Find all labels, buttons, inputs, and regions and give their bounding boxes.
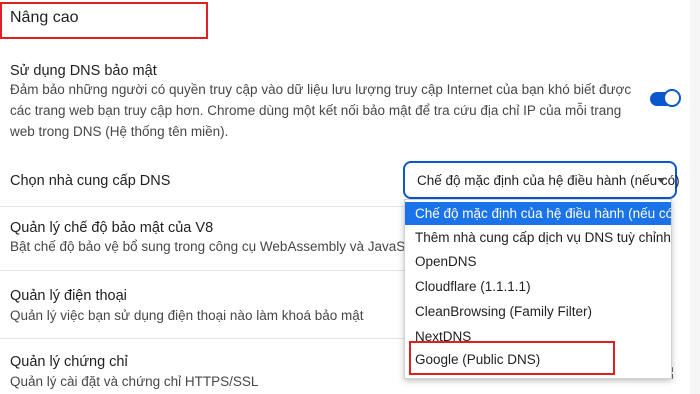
secure-dns-title: Sử dụng DNS bảo mật [10,63,157,79]
divider [0,206,404,207]
divider [0,270,404,271]
manage-phones-description: Quản lý việc bạn sử dụng điện thoại nào … [10,308,364,323]
manage-certificates-title[interactable]: Quản lý chứng chỉ [10,354,128,370]
page-scrollbar[interactable] [690,0,700,394]
secure-dns-desc-line2: các trang web bạn truy cập hơn. Chrome d… [10,103,622,118]
annotation-box-google-option [409,341,615,375]
dns-option-cleanbrowsing[interactable]: CleanBrowsing (Family Filter) [405,300,671,323]
dns-option-cloudflare[interactable]: Cloudflare (1.1.1.1) [405,275,671,298]
v8-security-description: Bật chế độ bảo vệ bổ sung trong công cụ … [10,239,417,254]
dns-provider-select[interactable]: Chế độ mặc định của hệ điều hành (nếu có… [403,161,680,199]
dns-option-os-default[interactable]: Chế độ mặc định của hệ điều hành (nếu có… [405,202,671,225]
dns-provider-label: Chọn nhà cung cấp DNS [10,173,171,189]
divider [0,338,404,339]
manage-certificates-description: Quản lý cài đặt và chứng chỉ HTTPS/SSL [10,374,259,389]
chevron-down-icon [657,178,665,183]
secure-dns-description: Đảm bảo những người có quyền truy cập và… [10,79,631,142]
v8-security-title[interactable]: Quản lý chế độ bảo mật của V8 [10,220,213,236]
dns-option-custom[interactable]: Thêm nhà cung cấp dịch vụ DNS tuỳ chỉnh [405,226,671,249]
manage-phones-title[interactable]: Quản lý điện thoại [10,288,127,304]
secure-dns-desc-line1: Đảm bảo những người có quyền truy cập và… [10,82,632,97]
dns-option-opendns[interactable]: OpenDNS [405,250,671,273]
secure-dns-desc-line3: web trong DNS (Hệ thống tên miền). [10,124,229,139]
dns-provider-selected-value: Chế độ mặc định của hệ điều hành (nếu có… [417,173,680,188]
toggle-thumb[interactable] [663,89,681,107]
annotation-box-section-title [0,2,208,39]
